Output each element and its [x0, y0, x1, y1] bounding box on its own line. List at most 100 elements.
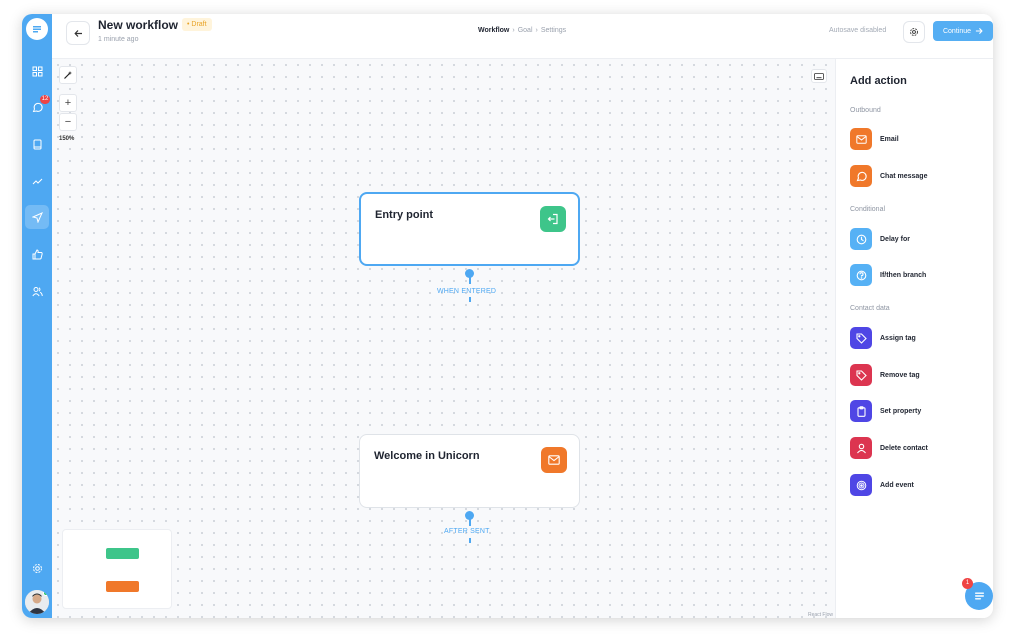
action-if-then-branch[interactable]: If/then branch — [850, 264, 926, 286]
magic-wand-icon — [64, 71, 72, 79]
panel-title: Add action — [850, 75, 907, 87]
action-label: Remove tag — [880, 371, 920, 379]
avatar[interactable] — [25, 590, 49, 614]
action-label: Assign tag — [880, 334, 916, 342]
gear-icon — [910, 28, 918, 36]
thumbs-up-icon — [32, 248, 43, 259]
book-icon — [33, 139, 41, 149]
email-icon — [541, 447, 567, 473]
auto-layout-button[interactable] — [59, 66, 77, 84]
back-button[interactable] — [66, 21, 90, 45]
notification-badge: 1 — [962, 578, 973, 589]
sidebar: 12 — [22, 14, 52, 618]
connector-line — [468, 297, 471, 302]
dashboard-icon — [32, 66, 42, 76]
analytics-icon — [32, 178, 42, 184]
chat-bubble-icon — [850, 165, 872, 187]
tag-icon — [850, 327, 872, 349]
node-title: Welcome in Unicorn — [374, 450, 480, 462]
clipboard-icon — [850, 400, 872, 422]
action-delete-contact[interactable]: Delete contact — [850, 437, 928, 459]
zoom-out-button[interactable]: − — [59, 113, 77, 131]
action-label: Email — [880, 135, 899, 143]
zoom-in-button[interactable]: + — [59, 94, 77, 112]
action-add-event[interactable]: Add event — [850, 474, 914, 496]
continue-label: Continue — [942, 27, 972, 35]
section-outbound: Outbound — [850, 107, 881, 114]
header: New workflow • Draft 1 minute ago Workfl… — [52, 14, 993, 59]
breadcrumb: Workflow › Goal › Settings — [478, 27, 566, 34]
target-icon — [850, 474, 872, 496]
arrow-right-icon — [975, 27, 983, 35]
node-title: Entry point — [375, 209, 434, 221]
connector-label-when-entered: WHEN ENTERED — [437, 288, 497, 295]
sidebar-item-knowledge[interactable] — [25, 132, 49, 156]
user-icon — [850, 437, 872, 459]
app-logo[interactable] — [26, 18, 48, 40]
react-flow-credit[interactable]: React Flow — [808, 612, 833, 618]
connector-line — [468, 538, 471, 543]
zoom-level: 150% — [59, 136, 75, 142]
breadcrumb-goal[interactable]: Goal — [518, 27, 533, 34]
chat-widget-button[interactable]: 1 — [962, 578, 993, 610]
last-saved-time: 1 minute ago — [98, 36, 139, 43]
email-node[interactable]: Welcome in Unicorn — [359, 434, 580, 508]
minimap-node-email — [106, 581, 139, 592]
sidebar-item-contacts[interactable] — [25, 279, 49, 303]
continue-button[interactable]: Continue — [933, 21, 993, 41]
keyboard-shortcuts-button[interactable] — [811, 69, 827, 83]
connector-line — [468, 519, 471, 526]
app-window: 12 New workflow • Draft 1 minute ago Wor… — [22, 14, 993, 618]
action-label: Delete contact — [880, 444, 928, 452]
keyboard-icon — [814, 72, 824, 80]
sidebar-item-workflows[interactable] — [25, 205, 49, 229]
settings-icon — [32, 563, 42, 573]
action-chat-message[interactable]: Chat message — [850, 165, 927, 187]
workflow-canvas[interactable]: + − 150% Entry point WHEN ENTERED Welcom… — [52, 59, 835, 618]
connector-line — [468, 277, 471, 284]
action-label: Delay for — [880, 235, 910, 243]
action-label: Chat message — [880, 172, 928, 180]
sidebar-item-analytics[interactable] — [25, 169, 49, 193]
minimap-node-entry — [106, 548, 139, 559]
action-remove-tag[interactable]: Remove tag — [850, 364, 920, 386]
clock-icon — [850, 228, 872, 250]
chevron-right-icon: › — [535, 27, 538, 34]
breadcrumb-workflow[interactable]: Workflow — [478, 27, 509, 34]
minus-icon: − — [64, 116, 72, 128]
sidebar-item-settings[interactable] — [25, 556, 49, 580]
action-email[interactable]: Email — [850, 128, 899, 150]
users-icon — [31, 286, 43, 296]
autosave-status: Autosave disabled — [829, 27, 887, 34]
question-icon — [850, 264, 872, 286]
action-label: Set property — [880, 407, 922, 415]
send-icon — [31, 211, 43, 223]
sidebar-item-dashboard[interactable] — [25, 59, 49, 83]
entry-point-node[interactable]: Entry point — [359, 192, 580, 266]
action-set-property[interactable]: Set property — [850, 400, 921, 422]
page-title: New workflow — [98, 18, 179, 32]
add-action-panel: Add action Outbound Email Chat message C… — [835, 59, 993, 618]
conversations-badge: 12 — [40, 95, 50, 104]
chevron-right-icon: › — [512, 27, 515, 34]
breadcrumb-settings[interactable]: Settings — [541, 27, 566, 34]
status-badge: • Draft — [182, 18, 212, 31]
tag-icon — [850, 364, 872, 386]
settings-button[interactable] — [903, 21, 925, 43]
chat-icon — [32, 102, 43, 112]
action-label: If/then branch — [880, 271, 927, 279]
sidebar-item-feedback[interactable] — [25, 242, 49, 266]
email-icon — [850, 128, 872, 150]
online-status-dot — [43, 590, 49, 596]
minimap[interactable] — [62, 529, 172, 609]
action-assign-tag[interactable]: Assign tag — [850, 327, 916, 349]
arrow-left-icon — [73, 29, 82, 37]
plus-icon: + — [64, 97, 72, 109]
entry-icon — [540, 206, 566, 232]
menu-icon — [974, 592, 984, 600]
action-label: Add event — [880, 481, 914, 489]
section-contact-data: Contact data — [850, 305, 890, 312]
connector-label-after-sent: AFTER SENT — [444, 528, 490, 535]
action-delay-for[interactable]: Delay for — [850, 228, 910, 250]
sidebar-item-conversations[interactable]: 12 — [25, 95, 50, 119]
